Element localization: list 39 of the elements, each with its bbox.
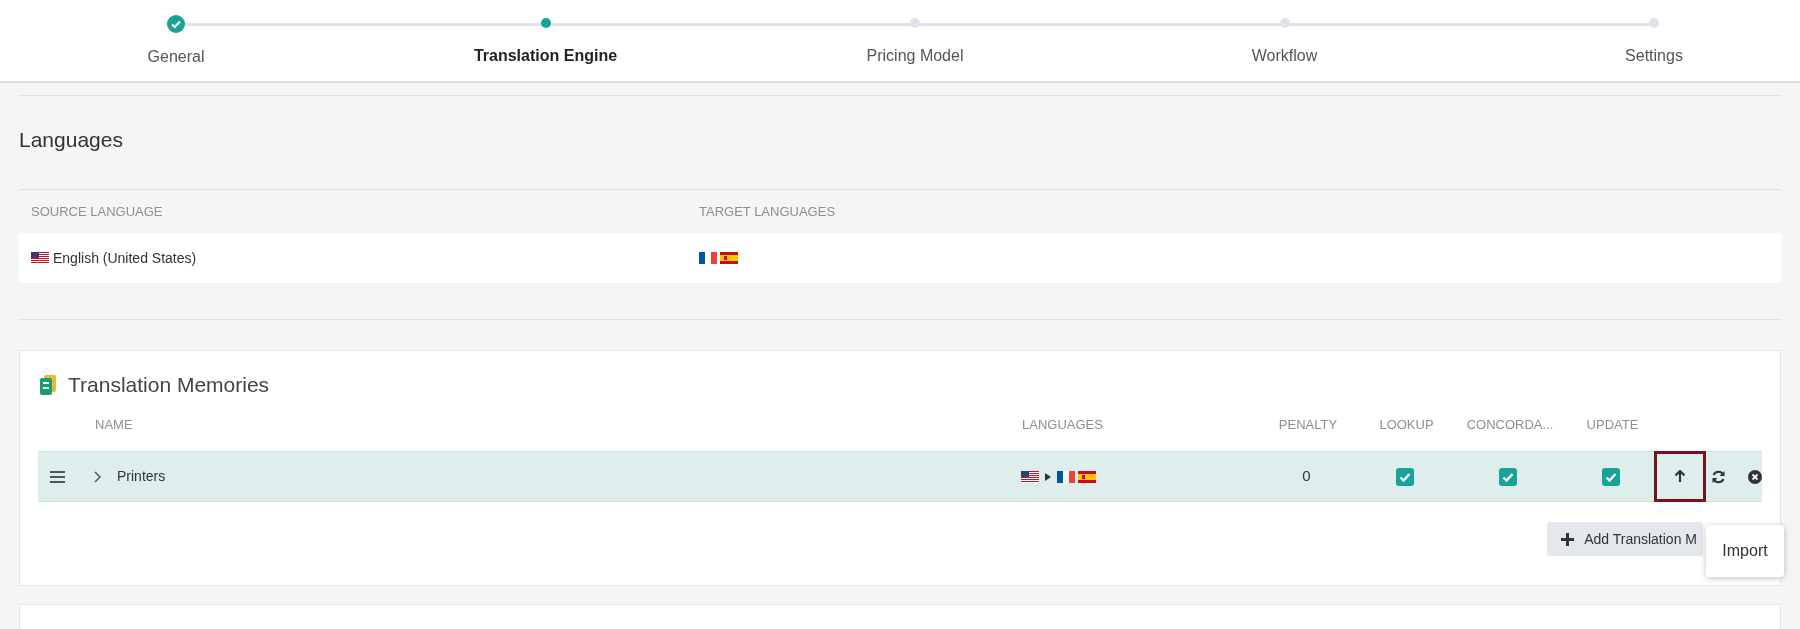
column-header: NAME bbox=[94, 416, 134, 435]
column-header: CONCORDA... bbox=[1465, 416, 1555, 435]
column-header: LANGUAGES bbox=[1022, 416, 1104, 435]
refresh-icon[interactable] bbox=[1711, 469, 1726, 484]
flag-icon bbox=[699, 252, 717, 264]
flag-icon bbox=[1056, 470, 1075, 483]
source-language: English (United States) bbox=[53, 248, 197, 268]
tooltip: Import bbox=[1706, 525, 1784, 577]
step-tab[interactable]: Settings bbox=[1625, 44, 1683, 68]
flag-icon bbox=[720, 252, 738, 264]
memory-row[interactable]: Printers 0 bbox=[38, 451, 1762, 502]
flag-icon bbox=[1020, 470, 1039, 483]
column-header: LOOKUP bbox=[1378, 416, 1435, 435]
plus-icon bbox=[1561, 532, 1575, 546]
section-title: Languages bbox=[19, 127, 124, 153]
checkbox[interactable] bbox=[1601, 467, 1620, 486]
column-header: UPDATE bbox=[1585, 416, 1640, 435]
penalty-value: 0 bbox=[1302, 467, 1311, 485]
step-tab[interactable]: Workflow bbox=[1251, 44, 1318, 68]
books-icon bbox=[38, 374, 58, 396]
column-header: TARGET LANGUAGES bbox=[699, 202, 836, 221]
checkbox[interactable] bbox=[1499, 467, 1518, 486]
flag-icon bbox=[31, 252, 49, 264]
add-translation-memory-button[interactable]: Add Translation M bbox=[1547, 522, 1703, 556]
upload-button[interactable] bbox=[1654, 451, 1706, 502]
step-tab[interactable]: Pricing Model bbox=[866, 44, 964, 68]
column-header: PENALTY bbox=[1277, 416, 1339, 435]
menu-icon[interactable] bbox=[50, 470, 65, 483]
arrow-right-icon bbox=[1043, 471, 1052, 482]
column-header: SOURCE LANGUAGE bbox=[30, 202, 164, 221]
step-tab[interactable]: Translation Engine bbox=[473, 44, 618, 68]
checkbox[interactable] bbox=[1395, 467, 1414, 486]
section-title: Translation Memories bbox=[68, 372, 270, 399]
chevron-icon[interactable] bbox=[93, 470, 101, 483]
close-icon[interactable] bbox=[1748, 469, 1762, 484]
arrow-up-icon bbox=[1674, 470, 1686, 483]
memory-name: Printers bbox=[117, 467, 166, 486]
flag-icon bbox=[1077, 470, 1096, 483]
step-tab[interactable]: General bbox=[147, 45, 205, 69]
